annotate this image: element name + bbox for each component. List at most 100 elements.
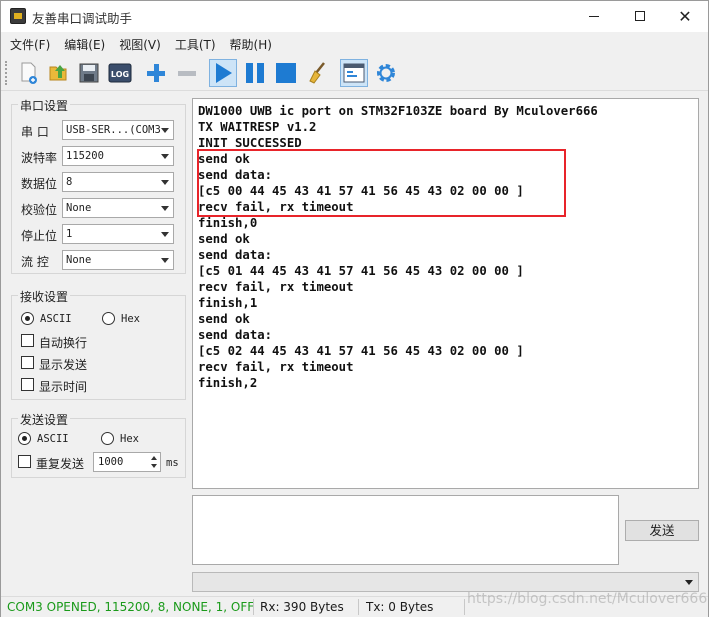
title-bar: 友善串口调试助手 ✕ <box>1 1 708 32</box>
recv-hex-label: Hex <box>121 313 140 325</box>
repeat-send-label: 重复发送 <box>36 457 85 471</box>
interval-stepper[interactable]: 1000 <box>93 452 161 472</box>
receive-line: send ok <box>198 312 250 326</box>
databits-select[interactable]: 8 <box>62 172 174 192</box>
send-hex-radio[interactable] <box>101 432 114 445</box>
databits-value: 8 <box>66 176 73 188</box>
status-divider <box>358 599 359 615</box>
new-file-button[interactable] <box>15 59 43 87</box>
receive-line: [c5 02 44 45 43 41 57 41 56 45 43 02 00 … <box>198 344 524 358</box>
new-file-icon <box>21 62 37 84</box>
status-connection: COM3 OPENED, 115200, 8, NONE, 1, OFF <box>7 600 255 614</box>
receive-line: finish,2 <box>198 376 258 390</box>
parity-label: 校验位 <box>21 203 58 217</box>
toolbar-grip <box>5 61 8 85</box>
status-divider <box>253 599 254 615</box>
recv-ascii-radio[interactable] <box>21 312 34 325</box>
receive-line: [c5 01 44 45 43 41 57 41 56 45 43 02 00 … <box>198 264 524 278</box>
chevron-down-icon <box>161 258 169 263</box>
databits-label: 数据位 <box>21 177 58 191</box>
interval-unit: ms <box>166 457 179 469</box>
baud-value: 115200 <box>66 150 104 162</box>
send-history-select[interactable] <box>192 572 699 592</box>
minimize-button[interactable] <box>571 1 617 31</box>
chevron-down-icon <box>161 232 169 237</box>
main-window: 友善串口调试助手 ✕ 文件(F) 编辑(E) 视图(V) 工具(T) 帮助(H)… <box>0 0 709 617</box>
stepper-down-icon[interactable] <box>151 464 157 468</box>
port-select[interactable]: USB-SER...(COM3 <box>62 120 174 140</box>
status-divider <box>464 599 465 615</box>
stopbits-select[interactable]: 1 <box>62 224 174 244</box>
show-send-checkbox[interactable] <box>21 356 34 369</box>
send-ascii-label: ASCII <box>37 433 69 445</box>
chevron-down-icon <box>161 128 169 133</box>
chevron-down-icon <box>685 580 693 585</box>
menu-help[interactable]: 帮助(H) <box>223 32 279 54</box>
serial-settings-title: 串口设置 <box>18 97 71 114</box>
menu-file[interactable]: 文件(F) <box>3 32 57 54</box>
menu-edit[interactable]: 编辑(E) <box>57 32 112 54</box>
parity-select[interactable]: None <box>62 198 174 218</box>
recv-settings-title: 接收设置 <box>18 288 71 305</box>
parity-value: None <box>66 202 92 214</box>
send-button[interactable]: 发送 <box>625 520 699 541</box>
remove-icon <box>178 71 196 76</box>
add-button[interactable] <box>142 59 170 87</box>
chevron-down-icon <box>161 180 169 185</box>
port-value: USB-SER...(COM3 <box>66 124 161 136</box>
baud-select[interactable]: 115200 <box>62 146 174 166</box>
stopbits-value: 1 <box>66 228 73 240</box>
chevron-down-icon <box>161 206 169 211</box>
save-button[interactable] <box>75 59 103 87</box>
receive-line: send ok <box>198 232 250 246</box>
open-file-button[interactable] <box>45 59 73 87</box>
log-icon-label: LOG <box>111 70 129 79</box>
receive-line: send data: <box>198 248 273 262</box>
flow-label: 流 控 <box>21 255 49 269</box>
auto-wrap-checkbox[interactable] <box>21 334 34 347</box>
repeat-send-checkbox[interactable] <box>18 455 31 468</box>
interval-value: 1000 <box>98 456 124 468</box>
save-icon <box>79 63 99 83</box>
pause-button[interactable] <box>241 59 269 87</box>
show-send-label: 显示发送 <box>39 358 88 372</box>
clear-button[interactable] <box>304 59 332 87</box>
status-rx: Rx: 390 Bytes <box>260 600 344 614</box>
stop-button[interactable] <box>272 59 300 87</box>
flow-select[interactable]: None <box>62 250 174 270</box>
log-icon: LOG <box>108 63 132 83</box>
stop-icon <box>276 63 296 83</box>
status-tx: Tx: 0 Bytes <box>366 600 434 614</box>
send-ascii-radio[interactable] <box>18 432 31 445</box>
clear-icon <box>309 62 325 84</box>
send-input[interactable] <box>192 495 619 565</box>
maximize-icon <box>635 11 645 21</box>
window-layout-icon <box>343 63 365 83</box>
receive-line: DW1000 UWB ic port on STM32F103ZE board … <box>198 104 598 118</box>
window-layout-button[interactable] <box>340 59 368 87</box>
window-title: 友善串口调试助手 <box>32 11 133 26</box>
app-icon <box>10 8 26 24</box>
auto-wrap-label: 自动换行 <box>39 336 88 350</box>
watermark-text: https://blog.csdn.net/Mculover666 <box>467 591 708 607</box>
receive-line: send data: <box>198 328 273 342</box>
start-button[interactable] <box>209 59 237 87</box>
menu-tools[interactable]: 工具(T) <box>168 32 223 54</box>
show-time-label: 显示时间 <box>39 380 88 394</box>
flow-value: None <box>66 254 92 266</box>
recv-ascii-label: ASCII <box>40 313 72 325</box>
receive-line: finish,0 <box>198 216 258 230</box>
settings-button[interactable] <box>372 59 400 87</box>
menu-view[interactable]: 视图(V) <box>112 32 168 54</box>
maximize-button[interactable] <box>617 1 663 31</box>
receive-line: finish,1 <box>198 296 258 310</box>
close-button[interactable]: ✕ <box>662 1 708 31</box>
log-button[interactable]: LOG <box>106 59 134 87</box>
show-time-checkbox[interactable] <box>21 378 34 391</box>
stepper-up-icon[interactable] <box>151 456 157 460</box>
recv-hex-radio[interactable] <box>102 312 115 325</box>
remove-button[interactable] <box>173 59 201 87</box>
start-icon <box>216 63 232 83</box>
receive-line: TX WAITRESP v1.2 <box>198 120 317 134</box>
receive-line: recv fail, rx timeout <box>198 280 354 294</box>
